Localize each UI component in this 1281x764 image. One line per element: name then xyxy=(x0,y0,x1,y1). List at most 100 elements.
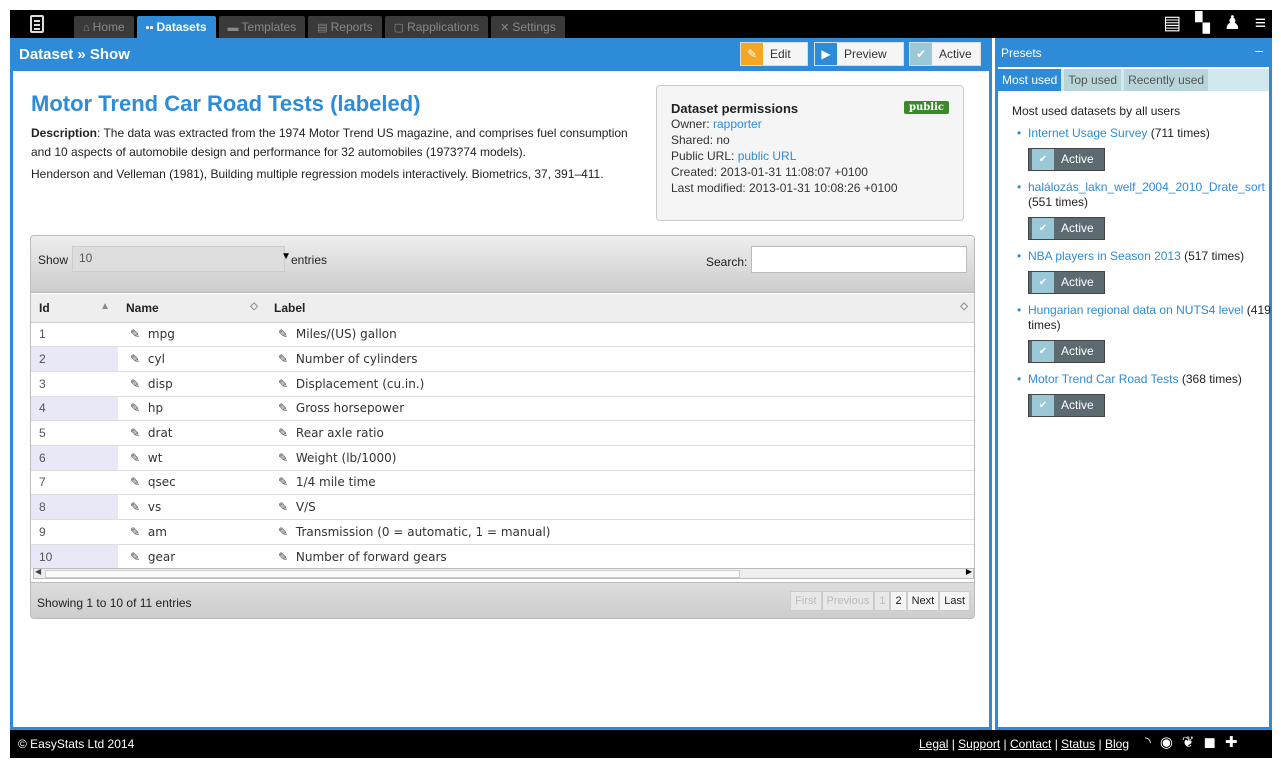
table-row[interactable]: 1 ✎ mpg ✎ Miles/(US) gallon xyxy=(31,321,974,347)
tab-settings[interactable]: ✕ Settings xyxy=(491,16,565,38)
tab-recently-used[interactable]: Recently used xyxy=(1124,69,1209,91)
table-row[interactable]: 5 ✎ drat ✎ Rear axle ratio xyxy=(31,420,974,446)
cell-name[interactable]: ✎ hp xyxy=(118,395,266,421)
cell-name[interactable]: ✎ cyl xyxy=(118,346,266,372)
app-logo-icon[interactable] xyxy=(30,15,44,33)
table-row[interactable]: 9 ✎ am ✎ Transmission (0 = automatic, 1 = … xyxy=(31,519,974,545)
tab-most-used[interactable]: Most used xyxy=(998,69,1062,91)
cell-name[interactable]: ✎ am xyxy=(118,519,266,545)
cell-name[interactable]: ✎ mpg xyxy=(118,321,266,347)
tab-templates[interactable]: ▬ Templates xyxy=(218,16,306,38)
preset-active-button[interactable]: ✔ Active xyxy=(1028,217,1105,240)
table-row[interactable]: 7 ✎ qsec ✎ 1/4 mile time xyxy=(31,469,974,495)
user-icon[interactable]: ♟ xyxy=(1224,14,1241,34)
cell-label[interactable]: ✎ Number of cylinders xyxy=(266,346,974,372)
edit-icon[interactable]: ✎ xyxy=(130,500,140,514)
edit-icon[interactable]: ✎ xyxy=(130,451,140,465)
preset-link[interactable]: Hungarian regional data on NUTS4 level xyxy=(1028,303,1243,317)
cell-label[interactable]: ✎ Miles/(US) gallon xyxy=(266,321,974,347)
cell-label[interactable]: ✎ Weight (lb/1000) xyxy=(266,444,974,471)
preview-button[interactable]: ▶ Preview xyxy=(814,42,904,66)
footer-link-status[interactable]: Status xyxy=(1061,737,1095,751)
cell-label[interactable]: ✎ 1/4 mile time xyxy=(266,469,974,495)
cell-name[interactable]: ✎ gear xyxy=(118,543,266,569)
table-row[interactable]: 6 ✎ wt ✎ Weight (lb/1000) xyxy=(31,444,974,471)
cell-label[interactable]: ✎ Displacement (cu.in.) xyxy=(266,370,974,397)
document-icon[interactable]: ▤ xyxy=(1163,14,1181,34)
pager-next[interactable]: Next xyxy=(906,591,940,611)
preset-active-button[interactable]: ✔ Active xyxy=(1028,271,1105,294)
scroll-right-icon[interactable]: ▶ xyxy=(966,567,972,576)
footer-link-support[interactable]: Support xyxy=(958,737,1000,751)
cell-name[interactable]: ✎ disp xyxy=(118,370,266,397)
edit-icon[interactable]: ✎ xyxy=(278,352,288,366)
preset-active-button[interactable]: ✔ Active xyxy=(1028,340,1105,363)
edit-icon[interactable]: ✎ xyxy=(278,426,288,440)
edit-icon[interactable]: ✎ xyxy=(130,401,140,415)
menu-icon[interactable]: ≡ xyxy=(1255,14,1266,34)
edit-icon[interactable]: ✎ xyxy=(278,451,288,465)
minimize-icon[interactable]: – xyxy=(1255,42,1263,58)
footer-link-blog[interactable]: Blog xyxy=(1105,737,1129,751)
column-header-id[interactable]: Id ▲ xyxy=(31,294,118,323)
horizontal-scrollbar[interactable]: ◀ ▶ xyxy=(33,567,974,579)
pager-first[interactable]: First xyxy=(790,591,822,611)
owner-link[interactable]: rapporter xyxy=(713,117,762,131)
cell-name[interactable]: ✎ drat xyxy=(118,420,266,446)
edit-icon[interactable]: ✎ xyxy=(278,377,288,391)
edit-icon[interactable]: ✎ xyxy=(130,525,140,539)
edit-button[interactable]: ✎ Edit xyxy=(740,42,808,66)
edit-icon[interactable]: ✎ xyxy=(278,475,288,489)
cell-label[interactable]: ✎ Transmission (0 = automatic, 1 = manua… xyxy=(266,519,974,545)
pager-page-1[interactable]: 1 xyxy=(874,591,891,611)
entries-per-page-select[interactable]: 10 ▼ xyxy=(72,246,291,272)
facebook-icon[interactable]: ◼ xyxy=(1203,733,1215,751)
preset-link[interactable]: halálozás_lakn_welf_2004_2010_Drate_sort xyxy=(1028,180,1265,194)
google-plus-icon[interactable]: ✚ xyxy=(1225,733,1238,751)
footer-link-contact[interactable]: Contact xyxy=(1010,737,1051,751)
edit-icon[interactable]: ✎ xyxy=(278,500,288,514)
edit-icon[interactable]: ✎ xyxy=(130,475,140,489)
preset-active-button[interactable]: ✔ Active xyxy=(1028,394,1105,417)
cell-name[interactable]: ✎ wt xyxy=(118,444,266,471)
table-row[interactable]: 8 ✎ vs ✎ V/S xyxy=(31,494,974,520)
preset-link[interactable]: Motor Trend Car Road Tests xyxy=(1028,372,1179,386)
tab-top-used[interactable]: Top used xyxy=(1064,69,1122,91)
cell-label[interactable]: ✎ Rear axle ratio xyxy=(266,420,974,446)
public-url-link[interactable]: public URL xyxy=(738,149,797,163)
tab-reports[interactable]: ▤ Reports xyxy=(308,16,382,38)
footer-link-legal[interactable]: Legal xyxy=(919,737,948,751)
scroll-left-icon[interactable]: ◀ xyxy=(35,567,41,576)
pager-last[interactable]: Last xyxy=(939,591,970,611)
table-row[interactable]: 3 ✎ disp ✎ Displacement (cu.in.) xyxy=(31,370,974,397)
search-input[interactable] xyxy=(751,246,967,273)
tab-home[interactable]: ⌂ Home xyxy=(74,16,134,38)
table-row[interactable]: 10 ✎ gear ✎ Number of forward gears xyxy=(31,543,974,569)
preset-link[interactable]: Internet Usage Survey xyxy=(1028,126,1147,140)
edit-icon[interactable]: ✎ xyxy=(130,426,140,440)
active-toggle-button[interactable]: ✔ Active xyxy=(909,42,981,66)
cell-label[interactable]: ✎ V/S xyxy=(266,494,974,520)
rss-icon[interactable]: ◝ xyxy=(1145,733,1151,751)
scrollbar-thumb[interactable] xyxy=(45,570,740,578)
grid-icon[interactable]: ▚ xyxy=(1195,14,1210,34)
edit-icon[interactable]: ✎ xyxy=(130,327,140,341)
twitter-icon[interactable]: ❦ xyxy=(1182,733,1195,751)
preset-link[interactable]: NBA players in Season 2013 xyxy=(1028,249,1181,263)
edit-icon[interactable]: ✎ xyxy=(278,401,288,415)
github-icon[interactable]: ◉ xyxy=(1160,733,1173,751)
cell-name[interactable]: ✎ qsec xyxy=(118,469,266,495)
cell-name[interactable]: ✎ vs xyxy=(118,494,266,520)
edit-icon[interactable]: ✎ xyxy=(130,550,140,564)
edit-icon[interactable]: ✎ xyxy=(278,550,288,564)
table-row[interactable]: 4 ✎ hp ✎ Gross horsepower xyxy=(31,395,974,421)
tab-rapplications[interactable]: ▢ Rapplications xyxy=(384,16,489,38)
table-row[interactable]: 2 ✎ cyl ✎ Number of cylinders xyxy=(31,346,974,372)
column-header-label[interactable]: Label ◇ xyxy=(266,294,974,323)
edit-icon[interactable]: ✎ xyxy=(278,327,288,341)
preset-active-button[interactable]: ✔ Active xyxy=(1028,148,1105,171)
pager-previous[interactable]: Previous xyxy=(821,591,875,611)
cell-label[interactable]: ✎ Number of forward gears xyxy=(266,543,974,569)
column-header-name[interactable]: Name ◇ xyxy=(118,294,266,323)
edit-icon[interactable]: ✎ xyxy=(130,352,140,366)
